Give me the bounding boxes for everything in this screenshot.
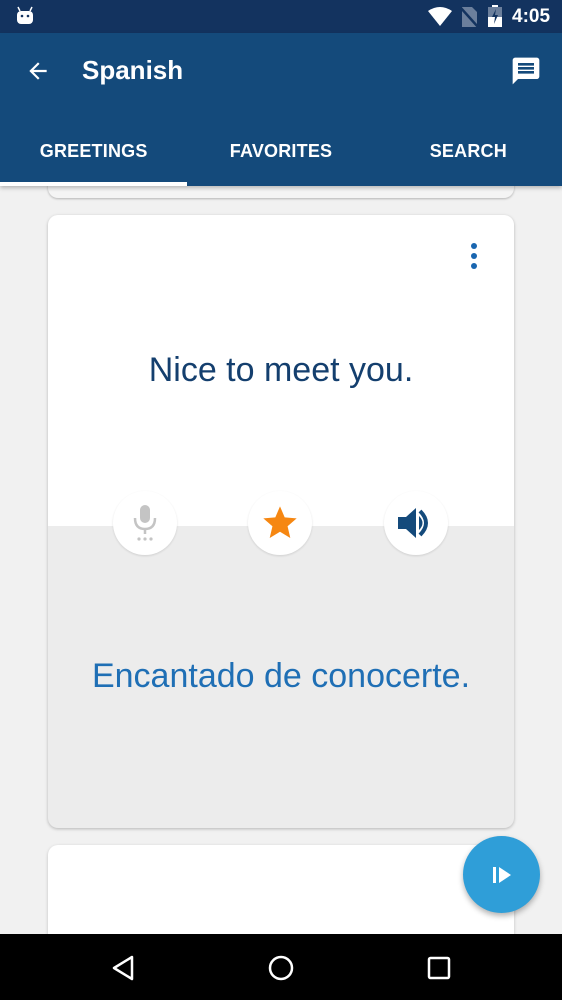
- play-all-fab[interactable]: [463, 836, 540, 913]
- recents-square-icon: [427, 956, 451, 980]
- tab-search[interactable]: SEARCH: [375, 125, 562, 186]
- chat-button[interactable]: [508, 53, 544, 89]
- clock: 4:05: [512, 6, 551, 27]
- tab-label: GREETINGS: [39, 141, 148, 161]
- android-notification-icon: [17, 6, 33, 24]
- system-nav-bar: [0, 934, 562, 1000]
- microphone-icon: [133, 505, 157, 541]
- star-icon: [263, 506, 297, 538]
- tab-favorites[interactable]: FAVORITES: [187, 125, 374, 186]
- nav-back-button[interactable]: [103, 948, 143, 988]
- more-vertical-icon-dot: [471, 263, 477, 269]
- back-button[interactable]: [22, 55, 54, 87]
- back-triangle-icon: [112, 955, 134, 981]
- phrase-card-top: Nice to meet you.: [48, 215, 514, 526]
- favorite-button[interactable]: [248, 491, 312, 555]
- app-bar: Spanish GREETINGS FAVORITES SEARCH: [0, 33, 562, 186]
- no-sim-icon: [460, 6, 478, 28]
- more-vertical-icon-dot: [471, 243, 477, 249]
- page-title: Spanish: [82, 55, 184, 85]
- translation-text: Encantado de conocerte.: [91, 657, 471, 695]
- tab-label: FAVORITES: [229, 141, 333, 161]
- play-audio-button[interactable]: [384, 491, 448, 555]
- home-circle-icon: [268, 955, 294, 981]
- battery-charging-icon: [488, 5, 502, 27]
- wifi-icon: [428, 7, 452, 26]
- tab-greetings[interactable]: GREETINGS: [0, 125, 188, 186]
- screen: 4:05 Spanish GREETINGS FAVORITES SEARCH: [0, 0, 562, 1000]
- arrow-left-icon: [29, 62, 47, 80]
- tab-bar: GREETINGS FAVORITES SEARCH: [0, 125, 562, 186]
- more-options-button[interactable]: [460, 241, 488, 271]
- record-button[interactable]: [113, 491, 177, 555]
- phrase-card: Nice to meet you. Encantado de conocerte…: [48, 215, 514, 828]
- phrase-text: Nice to meet you.: [148, 351, 414, 389]
- play-next-icon: [492, 866, 511, 883]
- tab-label: SEARCH: [429, 141, 507, 161]
- status-bar: 4:05: [0, 0, 562, 33]
- speaker-icon: [398, 508, 428, 538]
- more-vertical-icon-dot: [471, 253, 477, 259]
- nav-home-button[interactable]: [261, 948, 301, 988]
- chat-message-icon: [512, 57, 540, 85]
- nav-recents-button[interactable]: [419, 948, 459, 988]
